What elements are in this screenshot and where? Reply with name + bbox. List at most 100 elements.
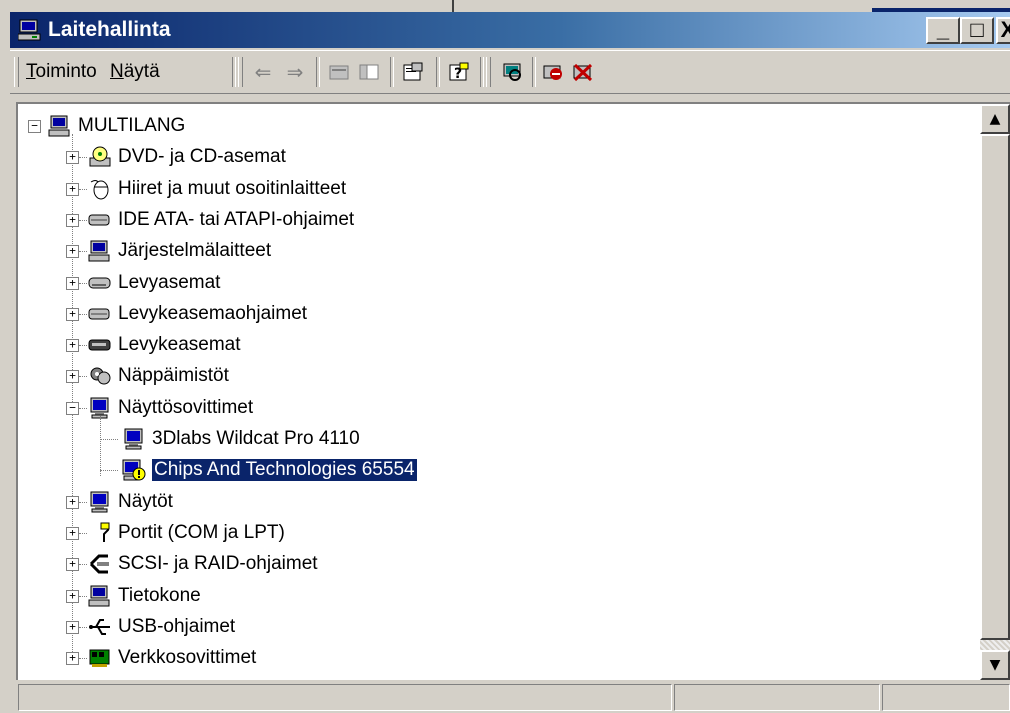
tree-category[interactable]: + DVD- ja CD-asemat: [62, 143, 286, 171]
computer-icon: [48, 115, 72, 137]
expand-toggle[interactable]: +: [66, 620, 79, 634]
tree-category[interactable]: + USB-ohjaimet: [62, 613, 235, 641]
device-manager-window: Laitehallinta _ □ X Toiminto Näytä ⇐ ⇒ ?: [0, 0, 1010, 713]
computer-icon: [88, 585, 112, 607]
scroll-thumb[interactable]: [980, 134, 1010, 640]
expand-toggle[interactable]: +: [66, 526, 79, 540]
menu-nayta-rest: äytä: [123, 61, 160, 82]
tree-category-label: IDE ATA- tai ATAPI-ohjaimet: [118, 208, 355, 230]
up-folder-icon[interactable]: [326, 59, 352, 85]
scroll-down-button[interactable]: ▼: [980, 650, 1010, 680]
tree-category[interactable]: + Levykeasemaohjaimet: [62, 300, 307, 328]
tree-connector: [79, 251, 87, 253]
warning-display-adapter-icon: [122, 459, 146, 481]
minimize-button[interactable]: _: [926, 17, 960, 44]
tree-category[interactable]: − Näyttösovittimet: [62, 394, 253, 422]
toolbar-separator: [316, 57, 320, 87]
tree-connector: [79, 282, 87, 284]
tree-category[interactable]: + Levyasemat: [62, 269, 220, 297]
tree-category[interactable]: + Järjestelmälaitteet: [62, 237, 271, 265]
network-adapter-icon: [88, 647, 112, 669]
device-tree[interactable]: − MULTILANG + DVD- ja CD-asemat + Hiiret ja m…: [18, 104, 978, 680]
window-title: Laitehallinta: [48, 18, 171, 41]
tree-connector: [79, 157, 87, 159]
tree-category-label: Näyttösovittimet: [118, 396, 254, 418]
tree-category[interactable]: + Näytöt: [62, 488, 173, 516]
tree-connector: [79, 313, 87, 315]
tree-category-label: Levykeasemat: [118, 334, 241, 356]
show-hide-tree-icon[interactable]: [356, 59, 382, 85]
mouse-icon: [88, 178, 112, 200]
tree-device[interactable]: 3Dlabs Wildcat Pro 4110: [100, 425, 360, 453]
expand-toggle[interactable]: +: [66, 151, 79, 165]
tree-connector: [79, 407, 87, 409]
tree-connector: [100, 470, 118, 472]
expand-toggle[interactable]: +: [66, 245, 79, 259]
ide-controller-icon: [88, 209, 112, 231]
expand-toggle[interactable]: +: [66, 370, 79, 384]
back-arrow-icon[interactable]: ⇐: [250, 59, 276, 85]
device-tree-pane[interactable]: − MULTILANG + DVD- ja CD-asemat + Hiiret ja m…: [16, 102, 1010, 680]
tree-category-label: Levykeasemaohjaimet: [118, 302, 308, 324]
toolbar-separator: [232, 57, 236, 87]
menu-toiminto[interactable]: Toiminto: [26, 61, 97, 83]
tree-connector: [79, 626, 87, 628]
forward-arrow-icon[interactable]: ⇒: [282, 59, 308, 85]
collapse-toggle[interactable]: −: [66, 401, 79, 415]
scan-hardware-icon[interactable]: [500, 59, 526, 85]
tree-category[interactable]: + SCSI- ja RAID-ohjaimet: [62, 550, 318, 578]
toolbar-grip[interactable]: [238, 57, 243, 87]
device-manager-icon: [17, 19, 42, 41]
menu-toiminto-rest: oiminto: [35, 61, 97, 82]
tree-connector: [79, 658, 87, 660]
toolbar-grip[interactable]: [14, 57, 19, 87]
menu-toiminto-accel: T: [26, 61, 36, 82]
tree-category[interactable]: + Verkkosovittimet: [62, 644, 256, 672]
tree-category[interactable]: + Tietokone: [62, 582, 201, 610]
disk-drive-icon: [88, 272, 112, 294]
maximize-button[interactable]: □: [960, 17, 994, 44]
expand-toggle[interactable]: +: [66, 339, 79, 353]
tree-category[interactable]: + Näppäimistöt: [62, 362, 229, 390]
tree-category[interactable]: + Portit (COM ja LPT): [62, 519, 285, 547]
tree-device-label: 3Dlabs Wildcat Pro 4110: [152, 428, 360, 449]
menu-nayta-accel: N: [110, 61, 124, 82]
status-cell-3: [882, 684, 1010, 711]
expand-toggle[interactable]: +: [66, 558, 79, 572]
tree-category[interactable]: + Levykeasemat: [62, 331, 241, 359]
expand-toggle[interactable]: +: [66, 213, 79, 227]
tree-category-label: DVD- ja CD-asemat: [118, 146, 286, 168]
tree-category[interactable]: + Hiiret ja muut osoitinlaitteet: [62, 175, 346, 203]
title-bar[interactable]: Laitehallinta _ □ X: [10, 12, 1010, 48]
display-adapter-icon: [122, 428, 146, 450]
expand-toggle[interactable]: +: [66, 652, 79, 666]
floppy-controller-icon: [88, 303, 112, 325]
uninstall-device-icon[interactable]: [570, 59, 596, 85]
scsi-icon: [88, 553, 112, 575]
expand-toggle[interactable]: +: [66, 589, 79, 603]
tree-connector: [79, 532, 87, 534]
collapse-toggle[interactable]: −: [28, 120, 41, 133]
vertical-scrollbar[interactable]: ▲ ▼: [980, 104, 1010, 680]
tree-category[interactable]: + IDE ATA- tai ATAPI-ohjaimet: [62, 206, 354, 234]
expand-toggle[interactable]: +: [66, 182, 79, 196]
close-button[interactable]: X: [996, 17, 1010, 44]
scroll-up-button[interactable]: ▲: [980, 104, 1010, 134]
toolbar-separator: [390, 57, 394, 87]
expand-toggle[interactable]: +: [66, 495, 79, 509]
tree-root[interactable]: − MULTILANG: [24, 112, 185, 140]
expand-toggle[interactable]: +: [66, 276, 79, 290]
tree-category-label: Näppäimistöt: [118, 365, 229, 387]
tree-connector: [100, 439, 118, 440]
floppy-drive-icon: [88, 334, 112, 356]
menu-nayta[interactable]: Näytä: [110, 61, 160, 83]
toolbar-grip[interactable]: [486, 57, 491, 87]
properties-icon[interactable]: [400, 59, 426, 85]
help-icon[interactable]: ?: [446, 59, 472, 85]
tree-connector: [79, 219, 87, 221]
tree-category-label: Tietokone: [118, 584, 201, 606]
tree-category-label: Hiiret ja muut osoitinlaitteet: [118, 177, 347, 199]
tree-device[interactable]: Chips And Technologies 65554: [100, 456, 418, 484]
expand-toggle[interactable]: +: [66, 307, 79, 321]
disable-device-icon[interactable]: [540, 59, 566, 85]
